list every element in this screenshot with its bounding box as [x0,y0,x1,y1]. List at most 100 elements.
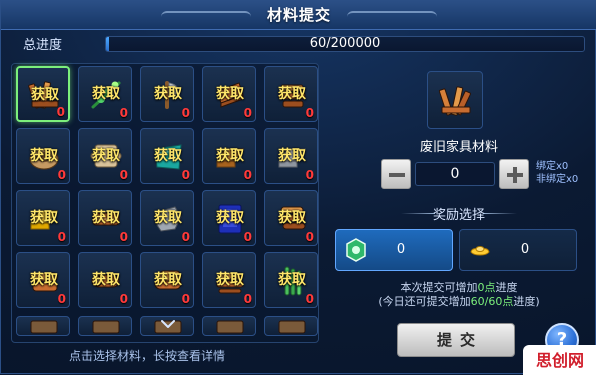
progress-label: 总进度 [23,38,63,53]
slot-count: 0 [243,292,252,306]
watermark: 思创网 [523,345,596,375]
note-2-suffix: 进度) [513,295,540,308]
progress-bar: 60/200000 [105,36,585,52]
progress-text: 60/200000 [309,36,381,51]
reward-value-gold: 0 [520,242,530,257]
obtain-label: 获取 [216,148,244,164]
note-1-suffix: 进度 [495,281,518,294]
material-submit-dialog: 材料提交 总进度 60/200000 获取 0 获取 0 获取 0 获取 0 获… [0,0,596,375]
broken-furniture-icon [438,86,471,116]
watermark-text: 思创网 [535,351,584,370]
material-slot[interactable]: 获取 0 [264,128,318,184]
obtain-label: 获取 [216,210,244,226]
note-line-1: 本次提交可增加0点进度 [331,281,587,295]
reward-title-text: 奖励选择 [432,208,485,223]
slot-count: 0 [181,230,190,244]
material-slot[interactable]: 获取 0 [202,66,256,122]
material-slot[interactable]: 获取 0 [140,252,194,308]
material-slot-partial[interactable] [16,316,70,336]
slot-count: 0 [57,292,66,306]
slot-count: 0 [181,292,190,306]
obtain-label: 获取 [216,272,244,288]
material-slot-partial[interactable] [78,316,132,336]
slot-count: 0 [119,292,128,306]
slot-count: 0 [305,168,314,182]
material-slot[interactable]: 获取 0 [16,128,70,184]
item-icon [209,319,251,335]
bound-count: 绑定x0 [536,161,569,172]
gold-ingot-icon [470,246,490,256]
material-slot[interactable]: 获取 0 [140,128,194,184]
reward-option-gold[interactable]: 0 [459,229,577,271]
item-icon [85,319,127,335]
material-slot[interactable]: 获取 0 [16,190,70,246]
material-slot[interactable]: 获取 0 [78,128,132,184]
obtain-label: 获取 [30,148,58,164]
obtain-label: 获取 [278,210,306,226]
submit-button[interactable]: 提交 [397,323,515,357]
slot-count: 0 [243,230,252,244]
material-slot[interactable]: 获取 0 [78,66,132,122]
material-slot[interactable]: 获取 0 [78,190,132,246]
selected-item-name: 废旧家具材料 [419,140,498,155]
note-2-points: 60/60点 [470,295,514,308]
reward-value-jade: 0 [396,242,406,257]
note-line-2: (今日还可提交增加60/60点进度) [331,295,587,309]
material-slot[interactable]: 获取 0 [264,66,318,122]
minus-icon [389,173,405,177]
obtain-label: 获取 [216,86,244,102]
material-slot[interactable]: 获取 0 [202,128,256,184]
material-slot[interactable]: 获取 0 [202,190,256,246]
material-slot[interactable]: 获取 0 [140,66,194,122]
slot-count: 0 [305,106,314,120]
slot-count: 0 [243,168,252,182]
material-slot[interactable]: 获取 0 [264,252,318,308]
obtain-label: 获取 [30,210,58,226]
obtain-label: 获取 [154,272,182,288]
slot-count: 0 [181,106,190,120]
material-slot[interactable]: 获取 0 [264,190,318,246]
material-slot[interactable]: 获取 0 [202,252,256,308]
material-slot-partial[interactable] [202,316,256,336]
obtain-label: 获取 [278,86,306,102]
selected-item-slot[interactable] [427,71,483,129]
dialog-title: 材料提交 [266,6,331,24]
title-bar: 材料提交 [1,1,596,30]
quantity-field[interactable]: 0 [415,162,495,186]
bound-counts: 绑定x0 非绑定x0 [536,160,578,186]
plus-icon [507,167,523,183]
obtain-label: 获取 [92,148,120,164]
material-slot[interactable]: 获取 0 [78,252,132,308]
material-slot-partial[interactable] [264,316,318,336]
slot-count: 0 [57,230,66,244]
note-2-prefix: (今日还可提交增加 [378,295,471,308]
obtain-label: 获取 [278,148,306,164]
progress-row: 总进度 60/200000 [17,34,585,54]
slot-count: 0 [243,106,252,120]
note-1-prefix: 本次提交可增加 [400,281,478,294]
reward-option-jade[interactable]: 0 [335,229,453,271]
decrease-button[interactable] [381,159,411,189]
jade-token-icon [346,238,366,262]
obtain-label: 获取 [154,148,182,164]
item-icon [271,319,313,335]
slot-count: 0 [56,105,65,119]
slot-count: 0 [119,106,128,120]
obtain-label: 获取 [278,272,306,288]
slot-count: 0 [119,230,128,244]
item-icon [23,319,65,335]
wing-ornament-left [401,213,435,214]
quantity-stepper: 0 绑定x0 非绑定x0 [381,159,587,189]
material-slot[interactable]: 获取 0 [16,252,70,308]
material-grid: 获取 0 获取 0 获取 0 获取 0 获取 0 获取 0 获取 0 获取 0 获取 0 获取 0 … [11,63,319,343]
reward-title: 奖励选择 [331,204,587,223]
obtain-label: 获取 [154,86,182,102]
slot-count: 0 [305,292,314,306]
detail-panel: 废旧家具材料 0 绑定x0 非绑定x0 奖励选择 0 0 本次提交可增加0点进度… [331,61,587,371]
material-slot[interactable]: 获取 0 [16,66,70,122]
chevron-down-icon[interactable] [161,319,175,329]
increase-button[interactable] [499,159,529,189]
material-slot[interactable]: 获取 0 [140,190,194,246]
obtain-label: 获取 [92,272,120,288]
obtain-label: 获取 [92,86,120,102]
